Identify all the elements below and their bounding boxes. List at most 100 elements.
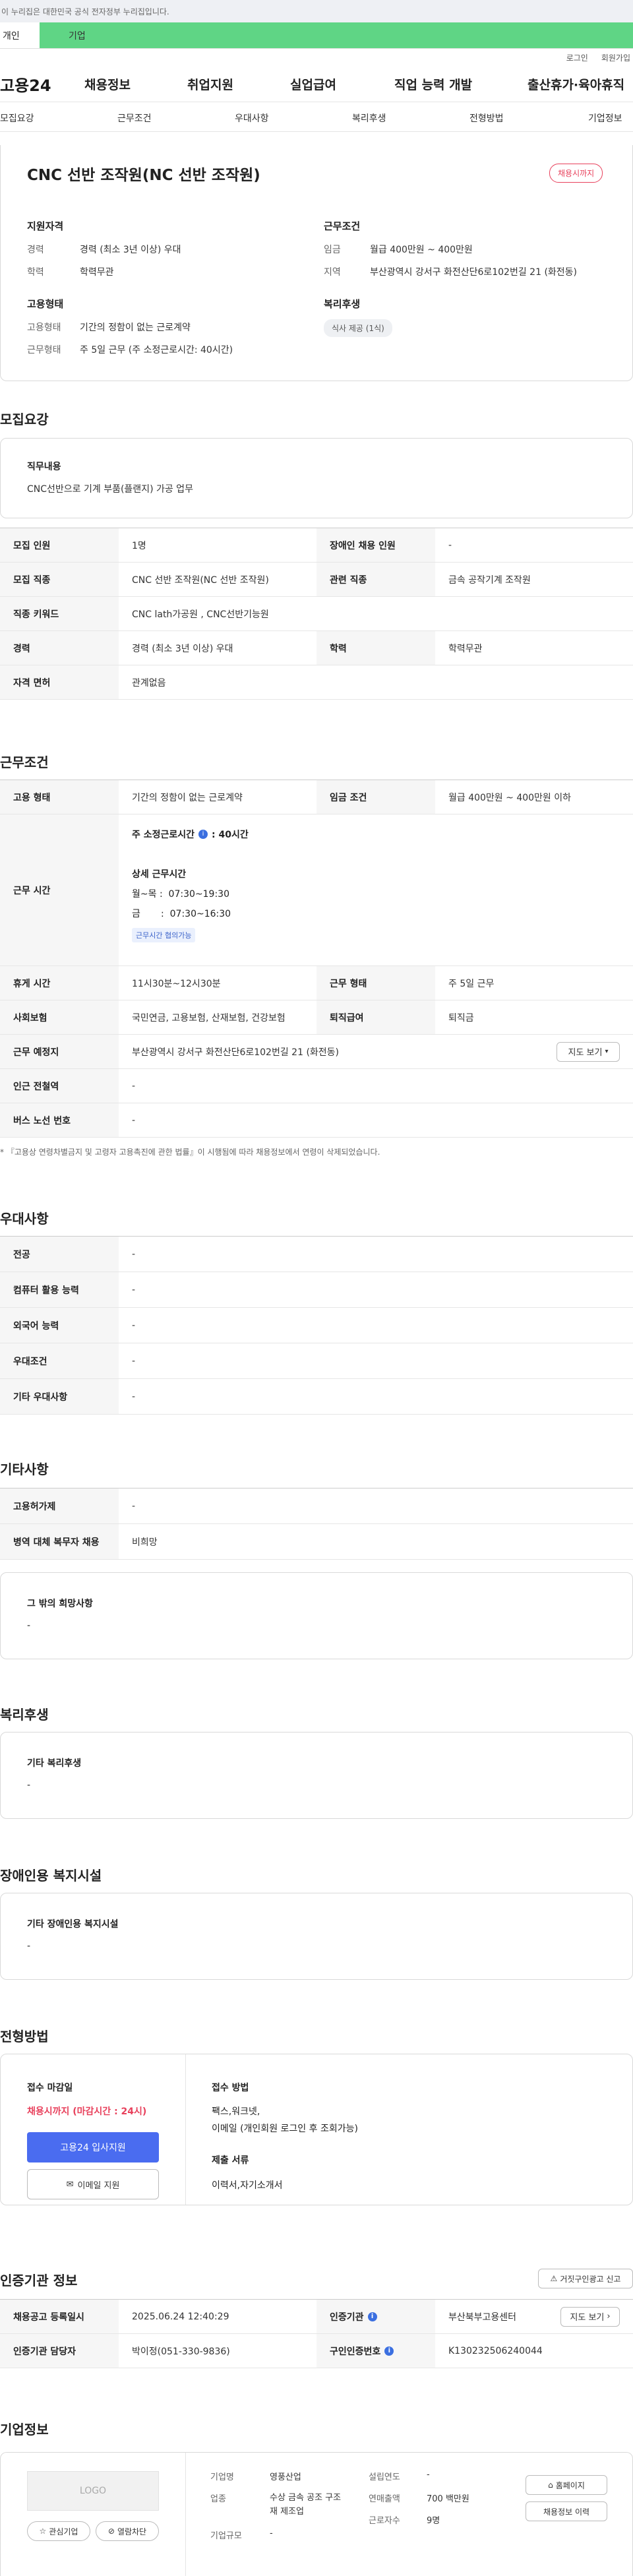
table-row: 직종 키워드 CNC lath가공원 , CNC선반기능원 <box>0 597 633 631</box>
gov-notice-text: 이 누리집은 대한민국 공식 전자정부 누리집입니다. <box>1 7 169 16</box>
company-logo: LOGO <box>27 2471 159 2511</box>
duty-text: CNC선반으로 기계 부품(플랜지) 가공 업무 <box>27 484 193 495</box>
row-value: - <box>132 1391 136 1402</box>
subnav-welfare[interactable]: 복리후생 <box>352 111 386 125</box>
duty-label: 직무내용 <box>27 462 61 472</box>
info-label: 근로자수 <box>369 2516 400 2526</box>
email-apply-label: 이메일 지원 <box>77 2180 120 2191</box>
info-value: 수상 금속 공조 구조재 제조업 <box>270 2493 342 2517</box>
report-label: 거짓구인광고 신고 <box>560 2274 621 2284</box>
table-row: 사회보험 국민연금, 고용보험, 산재보험, 건강보험 퇴직급여 퇴직금 <box>0 1000 633 1035</box>
info-icon[interactable]: i <box>198 830 208 839</box>
cond-label: 임금 <box>324 245 341 255</box>
gnb-skills[interactable]: 직업 능력 개발 <box>394 75 472 93</box>
info-icon[interactable]: i <box>367 2312 377 2321</box>
cert-map-label: 지도 보기 <box>570 2313 605 2323</box>
row-header: 임금 조건 <box>316 780 435 814</box>
row-header: 퇴직급여 <box>316 1000 435 1034</box>
qual-value: 학력무관 <box>80 267 114 278</box>
cert-map-button[interactable]: 지도 보기 › <box>560 2306 620 2327</box>
apply-button[interactable]: 고용24 입사지원 <box>27 2132 159 2162</box>
table-row: 병역 대체 복무자 채용 비희망 <box>0 1524 633 1560</box>
block-label: 열람차단 <box>117 2527 147 2536</box>
favorite-company-button[interactable]: ☆ 관심기업 <box>27 2521 90 2541</box>
row-header: 근무 예정지 <box>0 1035 119 1068</box>
subnav-preferences[interactable]: 우대사항 <box>235 111 269 125</box>
row-value: 월급 400만원 ~ 400만원 이하 <box>448 792 572 803</box>
tab-individual[interactable]: 개인 <box>0 22 40 48</box>
row-header: 기타 우대사항 <box>0 1379 119 1414</box>
gnb-employment-support[interactable]: 취업지원 <box>187 75 233 93</box>
table-row: 인증기관 담당자 박이정(051-330-9836) 구인인증번호 i K1302325… <box>0 2334 633 2368</box>
job-history-button[interactable]: 채용정보 이력 <box>526 2501 607 2521</box>
row-header: 사회보험 <box>0 1000 119 1034</box>
row-value: 박이정(051-330-9836) <box>132 2346 230 2357</box>
table-row: 고용 형태 기간의 정함이 없는 근로계약 임금 조건 월급 400만원 ~ 400만… <box>0 780 633 814</box>
job-detail-page: 이 누리집은 대한민국 공식 전자정부 누리집입니다. 개인 기업 로그인 회원… <box>0 0 633 2576</box>
row-value: - <box>132 1320 136 1331</box>
other-wish-card: 그 밖의 희망사항 - <box>0 1572 633 1659</box>
map-button[interactable]: 지도 보기 ▾ <box>557 1041 620 1062</box>
table-row: 전공 - <box>0 1237 633 1272</box>
row-value: K130232506240044 <box>448 2345 543 2356</box>
row-header: 장애인 채용 인원 <box>316 528 435 562</box>
row-value: - <box>448 539 452 551</box>
row-header: 채용공고 등록일시 <box>0 2300 119 2333</box>
login-link[interactable]: 로그인 <box>566 52 588 63</box>
star-icon: ☆ <box>39 2527 47 2536</box>
section-title-selection: 전형방법 <box>0 2029 49 2044</box>
row-value: 주 5일 근무 <box>448 978 495 989</box>
row-value: 부산북부고용센터 <box>448 2312 517 2323</box>
email-apply-button[interactable]: ✉ 이메일 지원 <box>27 2169 159 2199</box>
map-button-label: 지도 보기 <box>568 1048 603 1058</box>
method-value: 팩스,워크넷, <box>212 2106 260 2117</box>
row-header: 관련 직종 <box>316 563 435 596</box>
gnb-parental-leave[interactable]: 출산휴가·육아휴직 <box>528 75 624 93</box>
table-row: 우대조건 - <box>0 1343 633 1379</box>
cert-table: 채용공고 등록일시 2025.06.24 12:40:29 인증기관 i 부산북부고용센… <box>0 2299 633 2368</box>
weekly-hours-value: : 40시간 <box>212 830 249 840</box>
table-row: 인근 전철역 - <box>0 1069 633 1103</box>
table-row: 컴퓨터 활용 능력 - <box>0 1272 633 1308</box>
siren-icon: ⚠ <box>550 2274 558 2283</box>
table-row: 기타 우대사항 - <box>0 1379 633 1415</box>
row-value: 퇴직금 <box>448 1012 474 1024</box>
hours-line: 금 : 07:30~16:30 <box>132 909 231 919</box>
section-title-recruit: 모집요강 <box>0 412 49 427</box>
block-company-button[interactable]: ⊘ 열람차단 <box>96 2521 159 2541</box>
emp-heading: 고용형태 <box>27 298 64 310</box>
row-header: 근무 형태 <box>316 966 435 1000</box>
homepage-button[interactable]: ⌂ 홈페이지 <box>526 2475 607 2495</box>
row-header: 우대조건 <box>0 1343 119 1378</box>
subnav-conditions[interactable]: 근무조건 <box>117 111 152 125</box>
global-nav: 고용24 채용정보 취업지원 실업급여 직업 능력 개발 출산휴가·육아휴직 <box>0 66 633 102</box>
subnav-selection[interactable]: 전형방법 <box>469 111 504 125</box>
table-row: 모집 직종 CNC 선반 조작원(NC 선반 조작원) 관련 직종 금속 공작기계 조… <box>0 563 633 597</box>
info-icon[interactable]: i <box>384 2346 394 2356</box>
emp-value: 기간의 정함이 없는 근로계약 <box>80 322 191 333</box>
duty-card: 직무내용 CNC선반으로 기계 부품(플랜지) 가공 업무 <box>0 438 633 518</box>
cond-value: 부산광역시 강서구 화전산단6로102번길 21 (화전동) <box>370 267 578 278</box>
site-logo[interactable]: 고용24 <box>0 73 51 96</box>
report-button[interactable]: ⚠ 거짓구인광고 신고 <box>538 2269 633 2288</box>
docs-value: 이력서,자기소개서 <box>212 2180 283 2191</box>
gnb-unemployment-benefit[interactable]: 실업급여 <box>290 75 336 93</box>
row-value: - <box>132 1115 136 1126</box>
info-value: - <box>427 2470 430 2480</box>
subnav-recruit[interactable]: 모집요강 <box>0 111 34 125</box>
tab-company[interactable]: 기업 <box>40 22 633 48</box>
cond-label: 지역 <box>324 267 341 278</box>
row-header: 자격 면허 <box>0 665 119 699</box>
docs-label: 제출 서류 <box>212 2155 249 2166</box>
cert-org-label: 인증기관 <box>330 2312 364 2323</box>
selection-card: 접수 마감일 채용시까지 (마감시간 : 24시) 고용24 입사지원 ✉ 이메일… <box>0 2054 633 2205</box>
homepage-label: 홈페이지 <box>555 2480 585 2490</box>
signup-link[interactable]: 회원가입 <box>601 52 630 63</box>
cond-heading: 근무조건 <box>324 220 361 232</box>
subnav-company[interactable]: 기업정보 <box>588 111 622 125</box>
gnb-jobs[interactable]: 채용정보 <box>84 75 131 93</box>
table-row: 근무 시간 주 소정근로시간 i: 40시간 상세 근무시간 월~목 : 07:3… <box>0 814 633 966</box>
emp-label: 고용형태 <box>27 322 61 333</box>
qual-label: 경력 <box>27 245 44 255</box>
row-value: 비희망 <box>132 1537 158 1548</box>
